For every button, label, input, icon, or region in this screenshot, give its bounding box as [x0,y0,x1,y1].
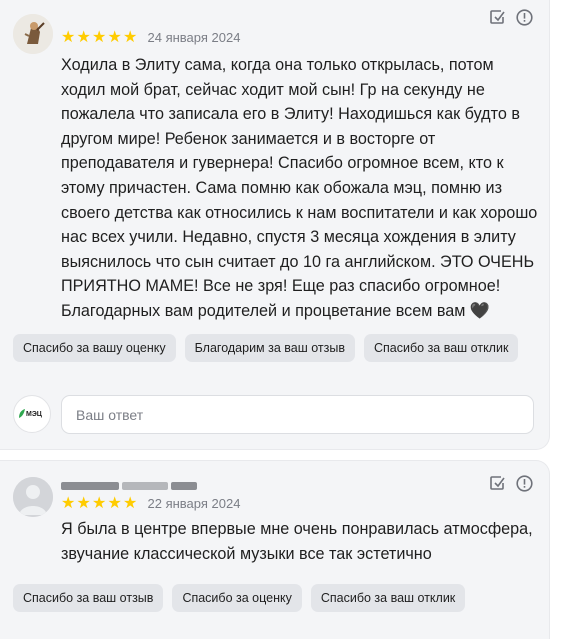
reply-input[interactable]: Ваш ответ [61,395,534,434]
review-text: Ходила в Элиту сама, когда она только от… [61,56,538,320]
quick-reply-chip[interactable]: Благодарим за ваш отзыв [184,334,355,362]
star-rating: ★ ★ ★ ★ ★ [61,29,139,46]
review-text: Я была в центре впервые мне очень понрав… [61,520,533,563]
report-icon[interactable] [515,8,533,26]
business-logo: МЭЦ [13,395,51,433]
avatar[interactable] [13,14,53,54]
avatar[interactable] [13,477,53,517]
quick-reply-chips: Спасибо за вашу оценку Благодарим за ваш… [13,334,527,362]
quick-reply-chip[interactable]: Спасибо за ваш отклик [364,334,519,362]
rating-row: ★ ★ ★ ★ ★ 24 января 2024 [61,29,241,46]
quick-reply-chip[interactable]: Спасибо за ваш отзыв [13,584,164,612]
star-icon: ★ [92,495,107,512]
review-actions [479,474,533,492]
quick-reply-chip[interactable]: Спасибо за ваш отклик [310,584,466,612]
review-card: ★ ★ ★ ★ ★ 22 января 2024 Я была в центре… [0,460,550,639]
quick-reply-chips: Спасибо за ваш отзыв Спасибо за оценку С… [13,584,474,612]
mec-logo-icon: МЭЦ [19,409,43,418]
review-card: ★ ★ ★ ★ ★ 24 января 2024 Ходила в Элиту … [0,0,550,450]
star-icon: ★ [123,495,138,512]
star-icon: ★ [76,29,91,46]
svg-text:МЭЦ: МЭЦ [26,411,43,418]
review-date: 24 января 2024 [147,30,241,45]
edit-check-icon[interactable] [488,8,506,26]
star-icon: ★ [61,495,76,512]
quick-reply-chip[interactable]: Спасибо за вашу оценку [13,334,176,362]
edit-check-icon[interactable] [488,474,506,492]
star-rating: ★ ★ ★ ★ ★ [61,495,139,512]
review-actions [479,8,533,26]
review-date: 22 января 2024 [147,496,241,511]
star-icon: ★ [76,495,91,512]
quick-reply-chip[interactable]: Спасибо за оценку [172,584,302,612]
star-icon: ★ [107,495,122,512]
author-name-obscured[interactable] [61,477,241,491]
star-icon: ★ [61,29,76,46]
star-icon: ★ [92,29,107,46]
star-icon: ★ [123,29,138,46]
rating-row: ★ ★ ★ ★ ★ 22 января 2024 [61,495,241,512]
star-icon: ★ [107,29,122,46]
report-icon[interactable] [515,474,533,492]
